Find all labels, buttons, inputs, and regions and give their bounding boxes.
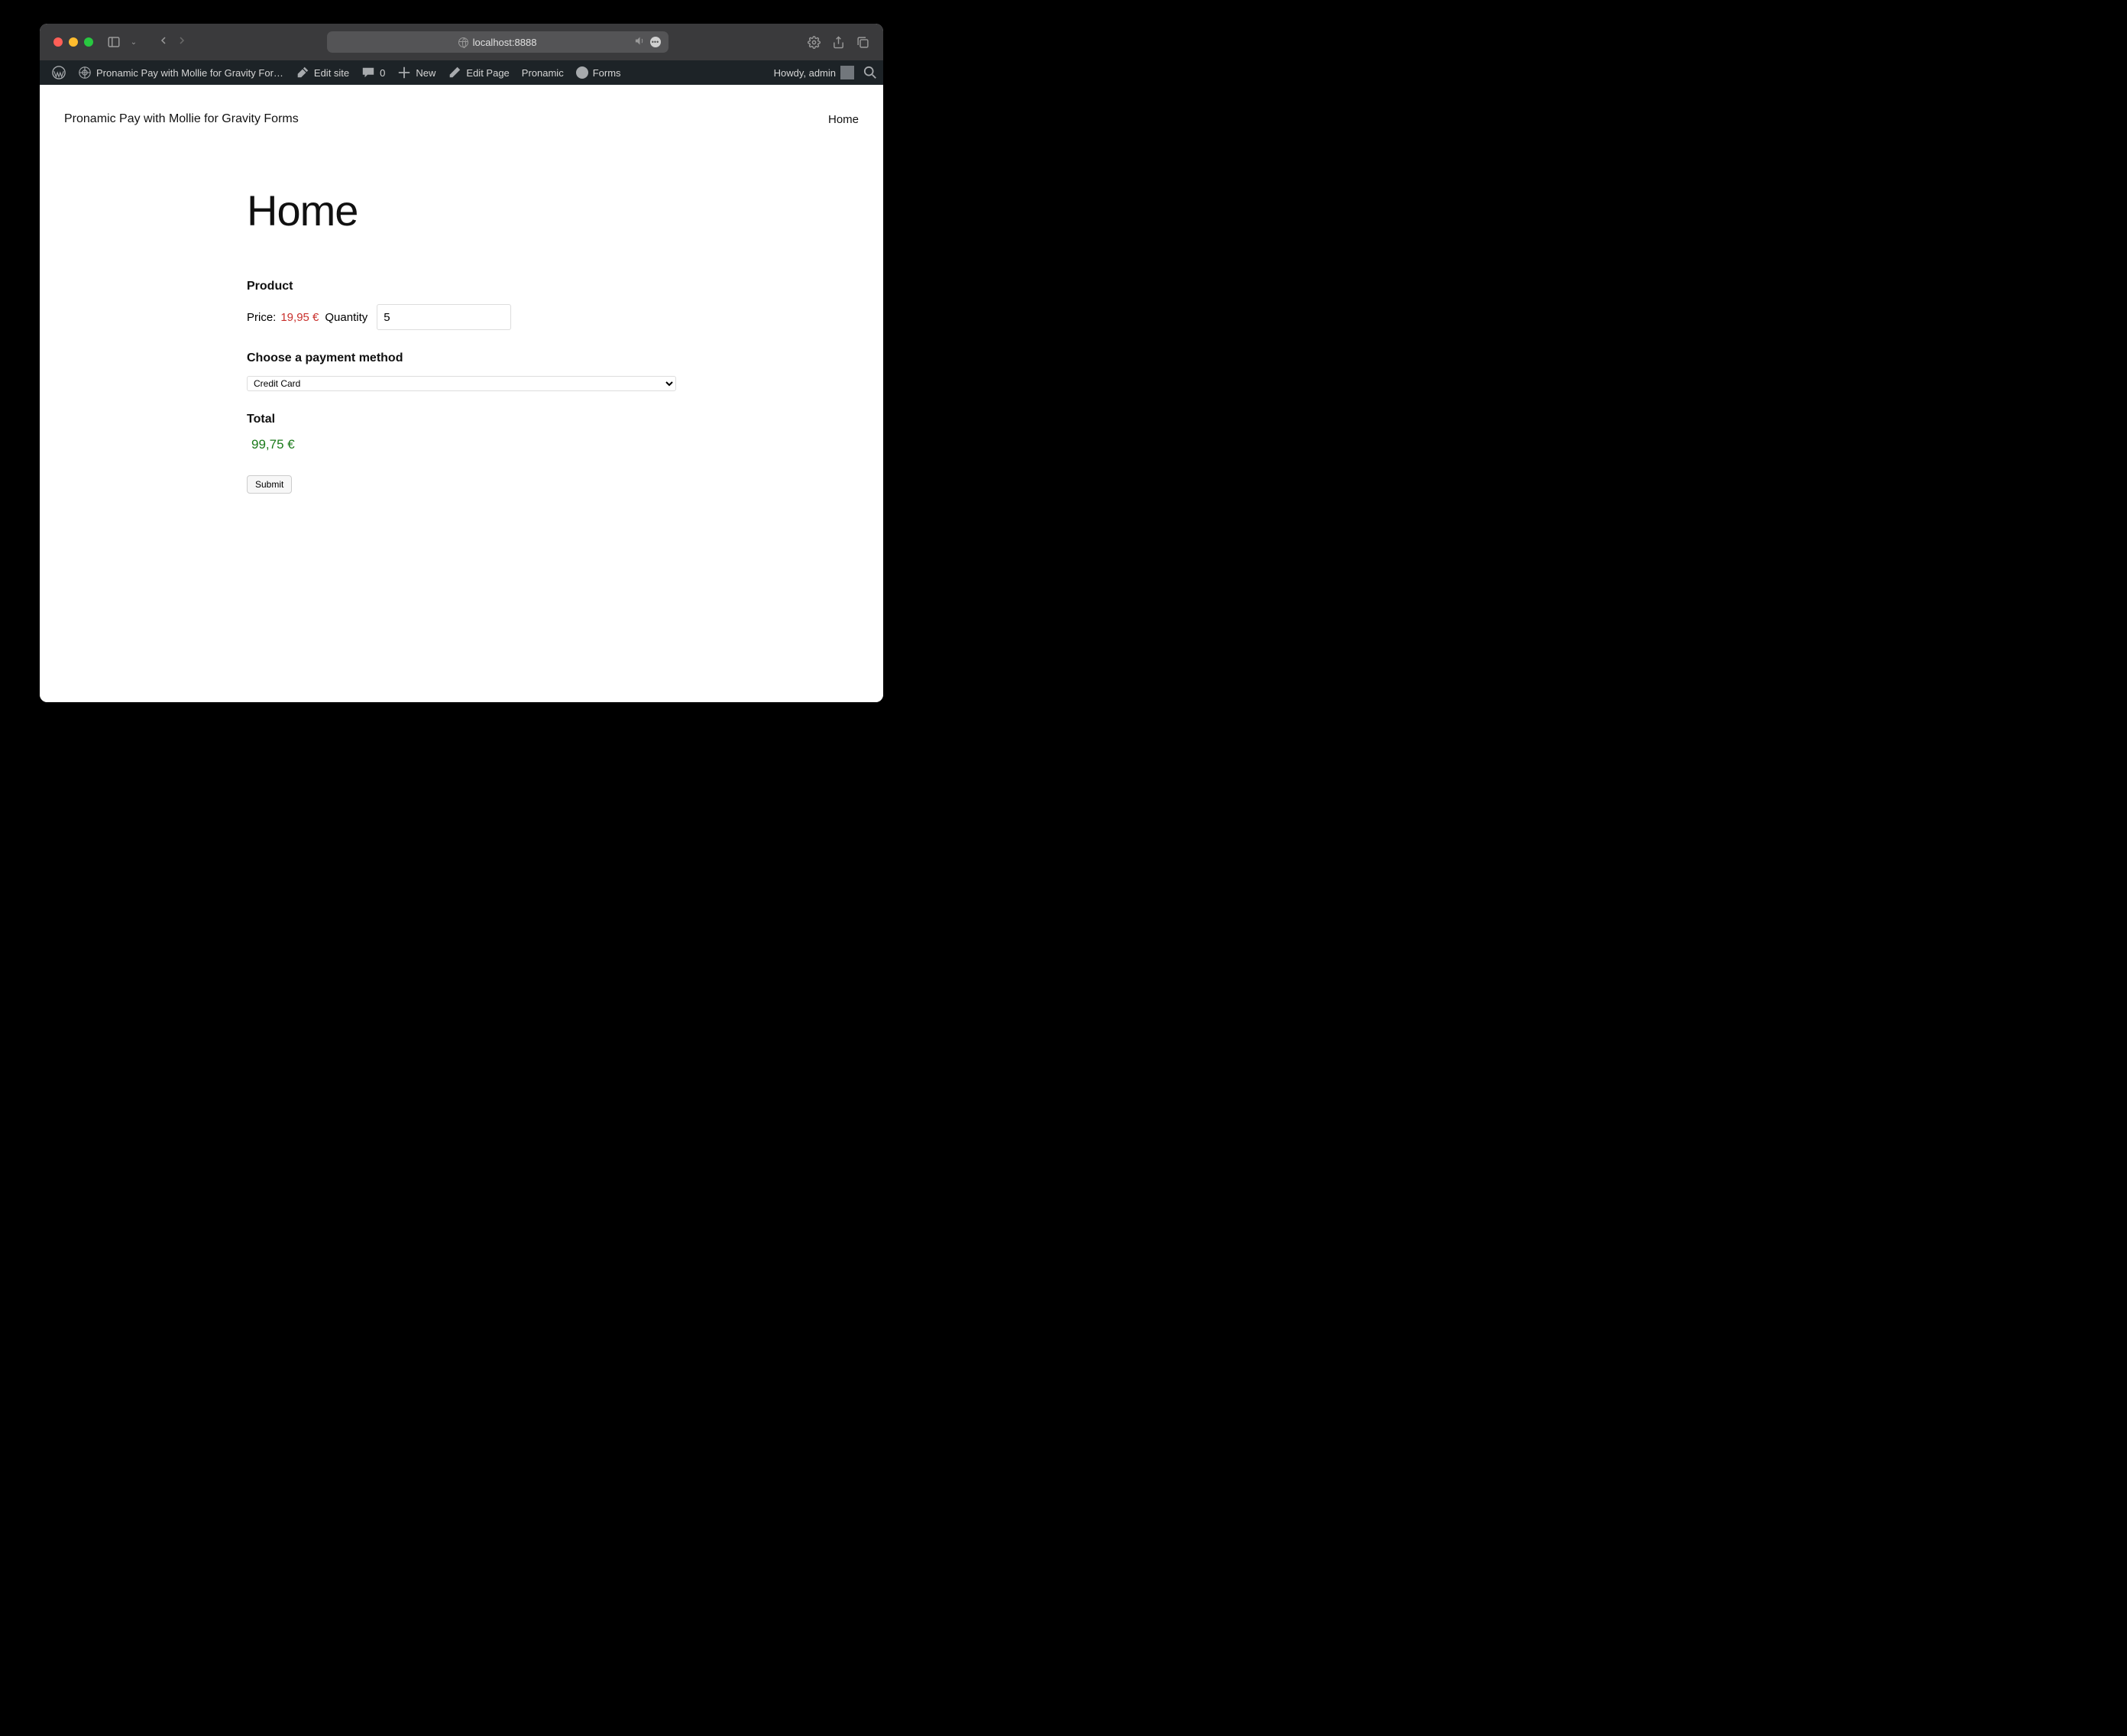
payment-method-select[interactable]: Credit Card: [247, 376, 676, 391]
wp-site-name[interactable]: Pronamic Pay with Mollie for Gravity For…: [72, 60, 290, 85]
sidebar-toggle-icon[interactable]: [107, 35, 121, 49]
chevron-down-icon[interactable]: ⌄: [127, 35, 141, 49]
wp-edit-site-text: Edit site: [314, 67, 349, 79]
wp-pronamic[interactable]: Pronamic: [516, 60, 570, 85]
url-bar[interactable]: localhost:8888 •••: [327, 31, 669, 53]
wp-edit-page[interactable]: Edit Page: [442, 60, 515, 85]
browser-toolbar: ⌄ localhost:8888 •••: [40, 24, 883, 60]
price-row: Price: 19,95 € Quantity: [247, 304, 676, 330]
product-label: Product: [247, 280, 676, 293]
price-value: 19,95 €: [280, 311, 319, 324]
wp-new-text: New: [416, 67, 435, 79]
back-button[interactable]: [157, 34, 170, 50]
maximize-window-button[interactable]: [84, 37, 93, 47]
wp-admin-bar: Pronamic Pay with Mollie for Gravity For…: [40, 60, 883, 85]
payment-method-label: Choose a payment method: [247, 351, 676, 365]
reader-icon[interactable]: •••: [650, 37, 661, 47]
wp-pronamic-text: Pronamic: [522, 67, 564, 79]
site-header: Pronamic Pay with Mollie for Gravity For…: [40, 85, 883, 140]
window-controls: [53, 37, 93, 47]
wp-comments[interactable]: 0: [355, 60, 391, 85]
quantity-input[interactable]: [377, 304, 511, 330]
wp-new[interactable]: New: [391, 60, 442, 85]
minimize-window-button[interactable]: [69, 37, 78, 47]
wp-logo[interactable]: [46, 60, 72, 85]
wp-edit-site[interactable]: Edit site: [290, 60, 355, 85]
share-icon[interactable]: [831, 35, 845, 49]
tabs-icon[interactable]: [856, 35, 869, 49]
wp-comments-count: 0: [380, 67, 385, 79]
wp-site-name-text: Pronamic Pay with Mollie for Gravity For…: [96, 67, 283, 79]
price-label: Price:: [247, 311, 276, 324]
page-title: Home: [247, 186, 676, 235]
forward-button[interactable]: [176, 34, 188, 50]
mute-icon[interactable]: [634, 35, 646, 49]
page-content: Pronamic Pay with Mollie for Gravity For…: [40, 85, 883, 702]
wp-howdy-text: Howdy, admin: [774, 67, 836, 79]
entry-content: Home Product Price: 19,95 € Quantity Cho…: [247, 186, 676, 494]
wp-howdy[interactable]: Howdy, admin: [768, 66, 857, 79]
search-icon[interactable]: [863, 66, 877, 79]
site-title[interactable]: Pronamic Pay with Mollie for Gravity For…: [64, 112, 299, 126]
total-label: Total: [247, 413, 676, 426]
nav-link-home[interactable]: Home: [828, 113, 859, 126]
wp-forms-text: Forms: [593, 67, 621, 79]
globe-icon: [458, 37, 468, 47]
wp-forms[interactable]: Forms: [570, 60, 627, 85]
browser-window: ⌄ localhost:8888 •••: [40, 24, 883, 702]
settings-icon[interactable]: [807, 35, 821, 49]
avatar-icon: [840, 66, 854, 79]
close-window-button[interactable]: [53, 37, 63, 47]
wp-edit-page-text: Edit Page: [466, 67, 509, 79]
quantity-label: Quantity: [325, 311, 367, 324]
submit-button[interactable]: Submit: [247, 475, 292, 494]
url-text: localhost:8888: [473, 37, 537, 48]
total-value: 99,75 €: [247, 437, 676, 452]
